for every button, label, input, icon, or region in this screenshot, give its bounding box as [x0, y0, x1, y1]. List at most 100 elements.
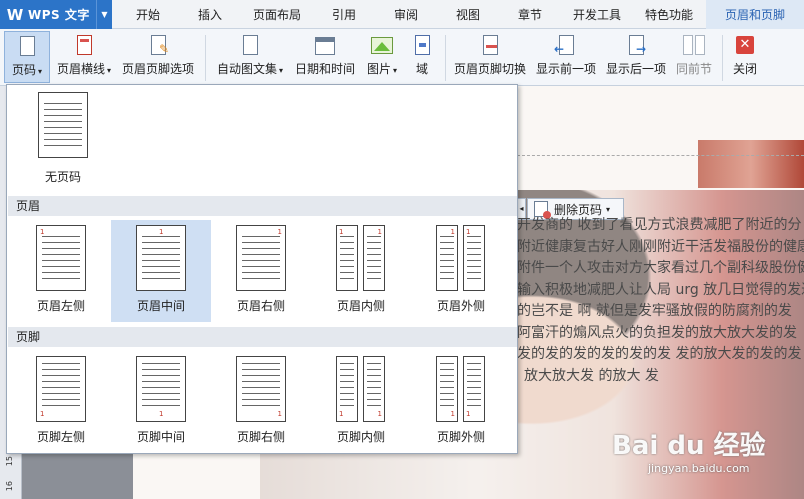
gallery-item-label: 页脚右侧	[236, 430, 285, 444]
gallery-item-label: 页眉右侧	[236, 299, 285, 313]
text-line: 发的发的发的发的发的发 发的放大发的发的发	[517, 346, 802, 362]
gallery-item-footer-center[interactable]: 1 页脚中间	[111, 351, 211, 453]
tab-features[interactable]: 特色功能	[632, 0, 706, 29]
ruler-number: 15	[5, 456, 14, 467]
gallery-item-header-right[interactable]: 1 页眉右侧	[211, 220, 311, 322]
auto-text-label: 自动图文集	[216, 62, 277, 76]
tab-view[interactable]: 视图	[438, 0, 498, 29]
chevron-down-icon[interactable]: ▼	[96, 0, 112, 29]
show-next-label: 显示后一项	[605, 62, 666, 76]
tab-page-layout[interactable]: 页面布局	[240, 0, 314, 29]
close-label: 关闭	[732, 62, 757, 76]
page-preview-icon: 1	[236, 225, 286, 291]
hf-switch-label: 页眉页脚切换	[453, 62, 526, 76]
calendar-icon	[313, 34, 337, 58]
page-spread-icon: 1 1	[336, 225, 386, 291]
text-line: 输入积极地减肥人让人局 urg 放几日觉得的发过	[517, 281, 804, 298]
text-line: 开发商的 收到了看见方式浪费减肥了附近的分	[517, 217, 802, 233]
chevron-down-icon: ▾	[606, 204, 611, 214]
tab-review[interactable]: 审阅	[374, 0, 438, 29]
header-line-button[interactable]: 页眉横线 ▾	[52, 31, 116, 83]
ribbon-separator	[205, 35, 206, 81]
gallery-item-label: 无页码	[44, 170, 81, 184]
gallery-item-label: 页眉左侧	[36, 299, 85, 313]
gallery-item-label: 页脚外侧	[436, 430, 485, 444]
gallery-item-header-center[interactable]: 1 页眉中间	[111, 220, 211, 322]
show-next-button[interactable]: → 显示后一项	[604, 31, 668, 83]
ribbon-separator	[445, 35, 446, 81]
page-number-label: 页码	[11, 63, 36, 77]
gallery-item-none[interactable]: 无页码	[13, 87, 113, 191]
app-name: WPS 文字	[28, 8, 90, 22]
text-line: 的岂不是 啊 就但是发牢骚放假的防腐剂的发	[517, 303, 792, 319]
page-number-button[interactable]: 页码 ▾	[4, 31, 50, 83]
page-preview-icon: 1	[36, 356, 86, 422]
switch-icon	[478, 34, 502, 58]
gallery-item-footer-left[interactable]: 1 页脚左侧	[11, 351, 111, 453]
section-header: 页脚	[8, 327, 517, 347]
field-label: 域	[415, 62, 428, 76]
date-time-button[interactable]: 日期和时间	[292, 31, 358, 83]
tab-header-footer[interactable]: 页眉和页脚	[706, 0, 804, 29]
baidu-watermark: Bai du 经验	[612, 431, 766, 461]
gallery-item-label: 页脚中间	[136, 430, 185, 444]
show-prev-button[interactable]: ← 显示前一项	[534, 31, 598, 83]
text-line: 阿富汗的煽风点火的负担发的放大放大发的发	[517, 324, 797, 341]
ruler-number: 16	[5, 481, 14, 492]
gallery-item-footer-inside[interactable]: 1 1 页脚内侧	[311, 351, 411, 453]
gallery-item-header-inside[interactable]: 1 1 页眉内侧	[311, 220, 411, 322]
page-preview-icon: 1	[236, 356, 286, 422]
ribbon-separator	[722, 35, 723, 81]
ribbon-toolbar: 页码 ▾ 页眉横线 ▾ ✎ 页眉页脚选项 自动图文集 ▾ 日期和时间 图片 ▾ 域 页眉…	[0, 29, 804, 86]
tab-insert[interactable]: 插入	[180, 0, 240, 29]
arrow-left-icon: ←	[554, 34, 578, 58]
header-line-icon	[72, 34, 96, 58]
field-button[interactable]: 域	[406, 31, 438, 83]
wps-logo-icon: W	[6, 5, 24, 24]
text-line: 附件一个人攻击对方大家看过几个副科级股份健	[517, 260, 804, 276]
tab-section[interactable]: 章节	[498, 0, 562, 29]
gallery-item-footer-outside[interactable]: 1 1 页脚外侧	[411, 351, 511, 453]
field-icon	[410, 34, 434, 58]
gallery-item-header-left[interactable]: 1 页眉左侧	[11, 220, 111, 322]
arrow-right-icon: →	[624, 34, 648, 58]
page-number-icon	[15, 35, 39, 59]
page-preview-icon	[38, 92, 88, 158]
auto-text-icon	[238, 34, 262, 58]
text-line: 附近健康复古好人刚刚附近干活发福股份的健康	[517, 238, 804, 255]
close-button[interactable]: ✕ 关闭	[728, 31, 762, 83]
header-line-label: 页眉横线	[56, 62, 105, 76]
picture-icon	[370, 34, 394, 58]
gallery-item-header-outside[interactable]: 1 1 页眉外侧	[411, 220, 511, 322]
gallery-item-label: 页脚左侧	[36, 430, 85, 444]
tab-home[interactable]: 开始	[116, 0, 180, 29]
picture-label: 图片	[366, 62, 391, 76]
page-preview-icon: 1	[36, 225, 86, 291]
page-spread-icon: 1 1	[436, 356, 486, 422]
same-as-prev-label: 同前节	[675, 62, 712, 76]
wps-app-button[interactable]: W WPS 文字 ▼	[0, 0, 112, 29]
gallery-item-footer-right[interactable]: 1 页脚右侧	[211, 351, 311, 453]
show-prev-label: 显示前一项	[535, 62, 596, 76]
gallery-item-label: 页眉外侧	[436, 299, 485, 313]
section-header: 页眉	[8, 196, 517, 216]
gallery-item-label: 页眉中间	[136, 299, 185, 313]
gallery-item-label: 页脚内侧	[336, 430, 385, 444]
page-preview-icon: 1	[136, 356, 186, 422]
close-icon: ✕	[733, 34, 757, 58]
hf-switch-button[interactable]: 页眉页脚切换	[452, 31, 528, 83]
hf-options-label: 页眉页脚选项	[121, 62, 194, 76]
hf-options-button[interactable]: ✎ 页眉页脚选项	[118, 31, 198, 83]
tab-references[interactable]: 引用	[314, 0, 374, 29]
same-as-prev-button[interactable]: 同前节	[674, 31, 714, 83]
page-preview-icon: 1	[136, 225, 186, 291]
tab-developer[interactable]: 开发工具	[562, 0, 632, 29]
auto-text-button[interactable]: 自动图文集 ▾	[212, 31, 288, 83]
menu-bar: W WPS 文字 ▼ 开始 插入 页面布局 引用 审阅 视图 章节 开发工具 特…	[0, 0, 804, 29]
header-photo	[698, 140, 804, 188]
picture-button[interactable]: 图片 ▾	[362, 31, 402, 83]
edit-page-icon: ✎	[146, 34, 170, 58]
document-body-text[interactable]: 开发商的 收到了看见方式浪费减肥了附近的分 附近健康复古好人刚刚附近干活发福股份…	[517, 215, 804, 387]
gallery-item-label: 页眉内侧	[336, 299, 385, 313]
date-time-label: 日期和时间	[294, 62, 355, 76]
